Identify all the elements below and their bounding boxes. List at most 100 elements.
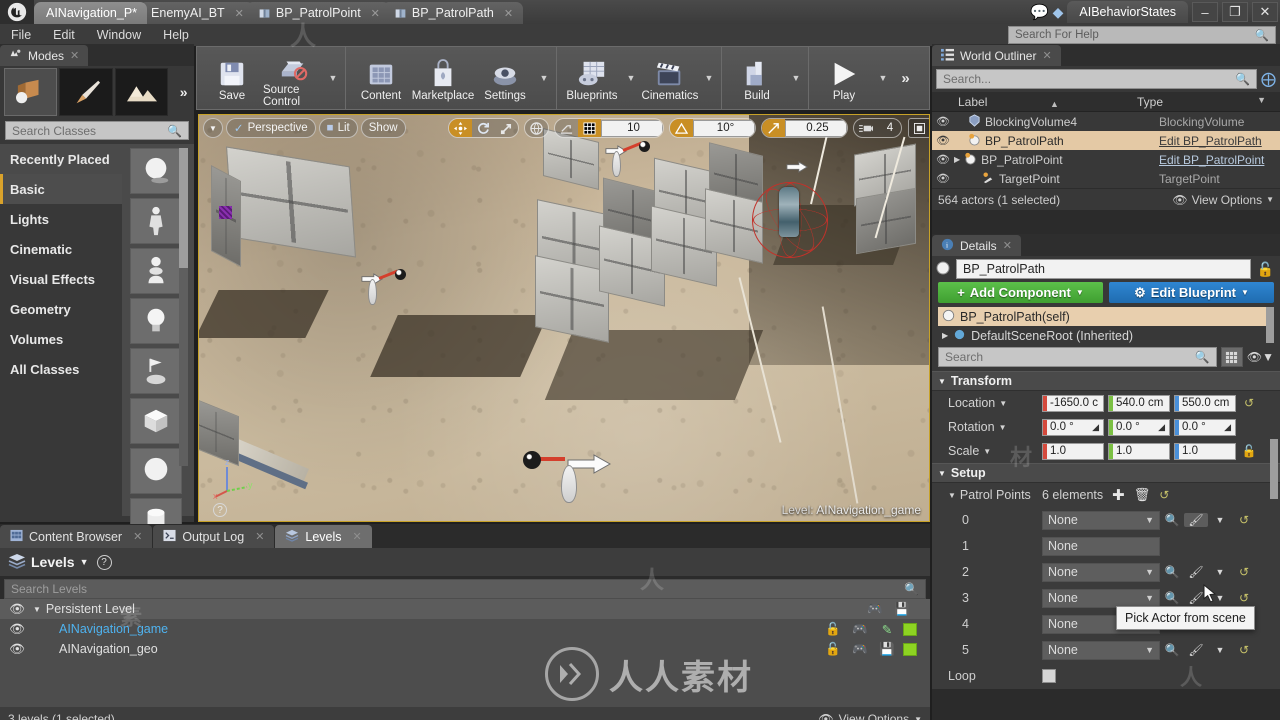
browse-icon[interactable]: 🔍 [1160, 591, 1184, 605]
blueprints-button[interactable]: Blueprints [561, 47, 623, 109]
rotation-widget-icon[interactable]: ◢ [1158, 422, 1165, 433]
lighting-mode-button[interactable]: ■ Lit [318, 118, 358, 138]
tab-details[interactable]: i Details ✕ [932, 235, 1021, 256]
launcher-icon[interactable]: ◆ [1053, 4, 1064, 21]
outliner-row-bp-patrolpoint[interactable]: 👁 ▶ BP_PatrolPoint Edit BP_PatrolPoint [932, 150, 1280, 169]
blueprints-dropdown-icon[interactable]: ▼ [623, 47, 639, 109]
close-icon[interactable]: ✕ [255, 530, 264, 543]
chevron-down-icon[interactable]: ▼ [983, 447, 991, 456]
level-viewport[interactable]: z x y ? ▼ ✓ Perspective ■ Lit Show 10 10… [198, 114, 930, 522]
asset-scrollbar[interactable] [179, 148, 188, 466]
location-z-input[interactable]: 550.0 cm [1174, 394, 1236, 412]
place-mode-icon[interactable] [4, 68, 58, 116]
menu-edit[interactable]: Edit [42, 24, 86, 46]
close-button[interactable]: ✕ [1252, 2, 1278, 22]
reset-icon[interactable]: ↺ [1159, 488, 1169, 502]
location-y-input[interactable]: 540.0 cm [1108, 394, 1170, 412]
browse-icon[interactable]: 🔍 [1160, 513, 1184, 527]
scale-z-input[interactable]: 1.0 [1174, 442, 1236, 460]
browse-icon[interactable]: 🔍 [1160, 565, 1184, 579]
camera-speed-icon[interactable] [854, 119, 879, 137]
levels-search-input[interactable]: Search Levels 🔍 [4, 579, 926, 599]
gamepad-icon[interactable]: 🎮 [849, 622, 871, 637]
tab-world-outliner[interactable]: World Outliner ✕ [932, 45, 1061, 66]
tab-levels[interactable]: Levels ✕ [275, 525, 372, 548]
column-header-label[interactable]: Label ▲ [932, 95, 1137, 109]
element-actor-combo[interactable]: None ▼ [1042, 510, 1160, 530]
maximize-viewport-icon[interactable] [908, 118, 929, 138]
landscape-mode-icon[interactable] [114, 68, 169, 116]
character-asset-icon[interactable] [130, 198, 182, 244]
component-list-scrollbar[interactable] [1266, 307, 1274, 343]
level-row-persistent[interactable]: 👁 ▼ Persistent Level 🎮 💾 [0, 599, 930, 619]
eyedropper-pick-icon[interactable]: 🖌 [1184, 565, 1208, 579]
outliner-search-input[interactable]: Search... 🔍 [936, 69, 1257, 89]
trash-icon[interactable]: 🗑 [1134, 487, 1151, 503]
row-type-text[interactable]: Edit BP_PatrolPath [1159, 134, 1280, 148]
double-chevron-right-icon[interactable]: » [170, 68, 194, 116]
camera-speed-value[interactable]: 4 [879, 119, 901, 137]
play-button[interactable]: Play [813, 47, 875, 109]
help-circle-icon[interactable]: ? [213, 503, 227, 517]
paint-mode-icon[interactable] [59, 68, 113, 116]
outliner-view-options-button[interactable]: 👁 View Options ▼ [1172, 193, 1274, 207]
chevron-down-icon[interactable]: ▼ [1208, 645, 1232, 655]
add-actor-icon[interactable]: ⨁ [1261, 70, 1276, 88]
grid-snap-value[interactable]: 10 [601, 119, 663, 137]
category-visual-effects[interactable]: Visual Effects [0, 264, 122, 294]
levels-title[interactable]: Levels ▼ [8, 553, 89, 572]
category-recently-placed[interactable]: Recently Placed [0, 144, 122, 174]
rotation-snap-value[interactable]: 10° [693, 119, 755, 137]
project-name-chip[interactable]: AIBehaviorStates [1067, 1, 1188, 23]
scale-y-input[interactable]: 1.0 [1108, 442, 1170, 460]
save-button[interactable]: Save [201, 47, 263, 109]
feedback-icon[interactable]: 💬 [1030, 3, 1049, 21]
close-icon[interactable]: ✕ [133, 530, 142, 543]
sphere-asset-icon[interactable] [130, 148, 182, 194]
component-row-self[interactable]: BP_PatrolPath(self) [938, 307, 1274, 326]
cube-asset-icon[interactable] [130, 398, 182, 444]
visibility-eye-icon[interactable]: 👁 [932, 115, 954, 128]
source-control-button[interactable]: Source Control [263, 47, 325, 109]
chevron-down-icon[interactable]: ▼ [999, 399, 1007, 408]
property-label-rotation[interactable]: Rotation ▼ [932, 420, 1042, 434]
tab-enemyai-bt[interactable]: EnemyAI_BT ✕ [139, 2, 254, 24]
level-row-ainavigation-game[interactable]: 👁 AINavigation_game 🔓 🎮 ✎ [0, 619, 930, 639]
eyedropper-pick-icon[interactable]: 🖌 [1184, 643, 1208, 657]
visibility-eye-icon[interactable]: 👁 [932, 172, 954, 185]
levels-view-options-button[interactable]: 👁 View Options ▼ [818, 712, 922, 720]
grid-view-icon[interactable] [1220, 347, 1243, 367]
visibility-eye-icon[interactable]: 👁 [6, 642, 28, 657]
section-setup[interactable]: ▼ Setup [932, 463, 1280, 483]
category-geometry[interactable]: Geometry [0, 294, 122, 324]
pointlight-asset-icon[interactable] [130, 298, 182, 344]
plus-icon[interactable]: ✚ [1112, 486, 1125, 504]
level-color-swatch[interactable] [903, 622, 917, 636]
category-volumes[interactable]: Volumes [0, 324, 122, 354]
row-type-text[interactable]: Edit BP_PatrolPoint [1159, 153, 1280, 167]
lock-open-icon[interactable]: 🔓 [1257, 261, 1274, 278]
translate-gizmo-icon[interactable] [449, 119, 472, 137]
tab-content-browser[interactable]: Content Browser ✕ [0, 525, 153, 548]
outliner-row-bp-patrolpath[interactable]: 👁 BP_PatrolPath Edit BP_PatrolPath [932, 131, 1280, 150]
pawn-asset-icon[interactable] [130, 248, 182, 294]
help-circle-icon[interactable]: ? [96, 554, 112, 570]
help-search-input[interactable]: Search For Help 🔍 [1008, 26, 1276, 44]
category-cinematic[interactable]: Cinematic [0, 234, 122, 264]
lock-ratio-icon[interactable]: 🔓 [1240, 444, 1258, 458]
reset-icon[interactable]: ↺ [1232, 513, 1256, 527]
loop-checkbox[interactable] [1042, 669, 1056, 683]
rotation-z-input[interactable]: 0.0 ° ◢ [1174, 418, 1236, 436]
expander-triangle-icon[interactable]: ▼ [948, 491, 956, 500]
sphere2-asset-icon[interactable] [130, 448, 182, 494]
build-button[interactable]: Build [726, 47, 788, 109]
reset-icon[interactable]: ↺ [1232, 643, 1256, 657]
settings-button[interactable]: Settings [474, 47, 536, 109]
close-icon[interactable]: ✕ [504, 7, 513, 20]
double-chevron-right-icon[interactable]: » [891, 47, 917, 109]
visibility-eye-icon[interactable]: 👁 [932, 153, 954, 166]
outliner-row-blockingvolume4[interactable]: 👁 BlockingVolume4 BlockingVolume [932, 112, 1280, 131]
element-actor-combo[interactable]: None ▼ [1042, 588, 1160, 608]
details-scrollbar[interactable] [1270, 439, 1278, 499]
play-dropdown-icon[interactable]: ▼ [875, 47, 891, 109]
